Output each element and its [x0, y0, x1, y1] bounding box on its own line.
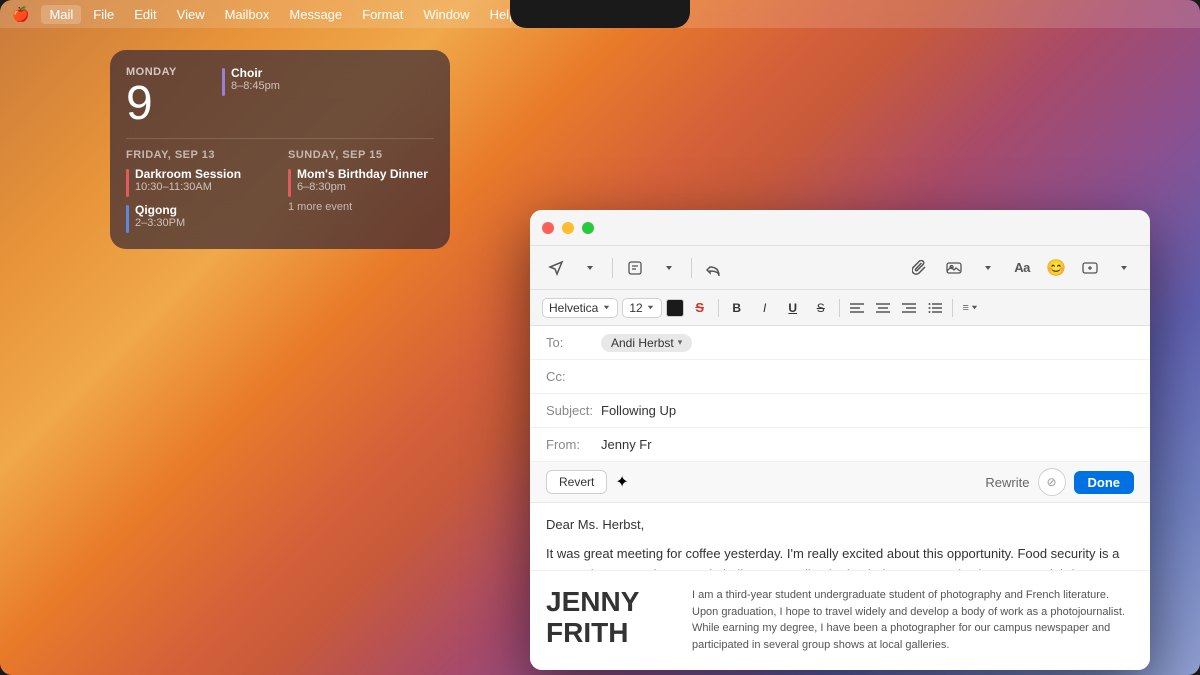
image-insert-button[interactable] — [1076, 254, 1104, 282]
menubar-file[interactable]: File — [85, 5, 122, 24]
strikethrough-indicator[interactable]: S — [688, 296, 712, 320]
email-paragraph-1: It was great meeting for coffee yesterda… — [546, 544, 1134, 570]
cv-bio: I am a third-year student undergraduate … — [692, 587, 1134, 654]
menubar-edit[interactable]: Edit — [126, 5, 164, 24]
cal-event-qigong: Qigong 2–3:30PM — [126, 203, 272, 233]
cal-event-time-darkroom: 10:30–11:30AM — [135, 181, 241, 193]
note-dropdown[interactable] — [655, 254, 683, 282]
cal-event-time-qigong: 2–3:30PM — [135, 217, 185, 229]
menubar-message[interactable]: Message — [281, 5, 350, 24]
fmt-sep-1 — [718, 299, 719, 317]
cv-section: JENNY FRITH I am a third-year student un… — [530, 570, 1150, 670]
email-body[interactable]: Dear Ms. Herbst, It was great meeting fo… — [530, 503, 1150, 570]
recipient-name: Andi Herbst — [611, 336, 674, 350]
emoji-button[interactable]: 😊 — [1042, 254, 1070, 282]
sparkle-icon[interactable]: ✦ — [615, 472, 628, 492]
cal-event-choir: Choir 8–8:45pm — [222, 66, 434, 96]
to-label: To: — [546, 335, 601, 350]
subject-field-row: Subject: Following Up — [530, 394, 1150, 428]
screen: 🍎 Mail File Edit View Mailbox Message Fo… — [0, 0, 1200, 675]
align-right-button[interactable] — [898, 297, 920, 319]
cal-section-sun: SUNDAY, SEP 15 — [288, 149, 434, 161]
from-label: From: — [546, 437, 601, 452]
cc-field-row: Cc: — [530, 360, 1150, 394]
recipient-chip[interactable]: Andi Herbst ▾ — [601, 334, 692, 352]
font-family-select[interactable]: Helvetica — [542, 298, 618, 318]
cal-event-bar-birthday — [288, 169, 291, 197]
bold-button[interactable]: B — [725, 296, 749, 320]
close-button[interactable] — [542, 222, 554, 234]
underline-button[interactable]: U — [781, 296, 805, 320]
cal-event-title-birthday: Mom's Birthday Dinner — [297, 167, 428, 181]
mail-compose-window: Aa 😊 Helvetica 12 — [530, 210, 1150, 670]
attach-button[interactable] — [906, 254, 934, 282]
cal-event-bar-qigong — [126, 205, 129, 233]
subject-value[interactable]: Following Up — [601, 403, 1134, 418]
fonts-button[interactable]: Aa — [1008, 254, 1036, 282]
cal-event-title-darkroom: Darkroom Session — [135, 167, 241, 181]
camera-notch — [510, 0, 690, 28]
align-center-button[interactable] — [872, 297, 894, 319]
cal-section-fri: FRIDAY, SEP 13 — [126, 149, 272, 161]
list-button[interactable] — [924, 297, 946, 319]
to-field-row: To: Andi Herbst ▾ — [530, 326, 1150, 360]
cc-label: Cc: — [546, 369, 601, 384]
window-titlebar — [530, 210, 1150, 246]
recipient-chevron-icon: ▾ — [678, 337, 683, 348]
mail-toolbar: Aa 😊 — [530, 246, 1150, 290]
calendar-widget: MONDAY 9 Choir 8–8:45pm FRIDAY, SEP 13 — [110, 50, 450, 249]
menubar-format[interactable]: Format — [354, 5, 411, 24]
italic-button[interactable]: I — [753, 296, 777, 320]
text-color-swatch[interactable] — [666, 299, 684, 317]
cal-event-title-choir: Choir — [231, 66, 280, 80]
rewrite-cancel-button[interactable]: ⊘ — [1038, 468, 1066, 496]
more-format-button[interactable]: ≡ — [959, 296, 983, 320]
font-size-select[interactable]: 12 — [622, 298, 661, 318]
note-button[interactable] — [621, 254, 649, 282]
revert-button[interactable]: Revert — [546, 470, 607, 494]
menubar-window[interactable]: Window — [415, 5, 477, 24]
toolbar-sep-2 — [691, 258, 692, 278]
cal-event-darkroom: Darkroom Session 10:30–11:30AM — [126, 167, 272, 197]
photo-button[interactable] — [940, 254, 968, 282]
rewrite-label: Rewrite — [985, 475, 1029, 490]
subject-label: Subject: — [546, 403, 601, 418]
send-dropdown[interactable] — [576, 254, 604, 282]
from-field-row: From: Jenny Fr — [530, 428, 1150, 462]
send-button[interactable] — [542, 254, 570, 282]
from-value[interactable]: Jenny Fr — [601, 437, 1134, 452]
cal-event-birthday: Mom's Birthday Dinner 6–8:30pm — [288, 167, 434, 197]
apple-menu[interactable]: 🍎 — [12, 6, 29, 23]
menubar-mail[interactable]: Mail — [41, 5, 81, 24]
email-fields: To: Andi Herbst ▾ Cc: Subject: Following… — [530, 326, 1150, 462]
cal-event-title-qigong: Qigong — [135, 203, 185, 217]
cal-event-time-birthday: 6–8:30pm — [297, 181, 428, 193]
email-greeting: Dear Ms. Herbst, — [546, 515, 1134, 536]
cal-event-bar-choir — [222, 68, 225, 96]
align-left-button[interactable] — [846, 297, 868, 319]
cal-more-events: 1 more event — [288, 201, 434, 213]
minimize-button[interactable] — [562, 222, 574, 234]
cv-name: JENNY FRITH — [546, 587, 676, 654]
done-button[interactable]: Done — [1074, 471, 1135, 494]
photo-dropdown[interactable] — [974, 254, 1002, 282]
rewrite-bar: Revert ✦ Rewrite ⊘ Done — [530, 462, 1150, 503]
fmt-sep-2 — [839, 299, 840, 317]
cal-event-bar-darkroom — [126, 169, 129, 197]
cal-divider — [126, 138, 434, 139]
toolbar-sep-1 — [612, 258, 613, 278]
menubar-mailbox[interactable]: Mailbox — [217, 5, 278, 24]
strikethrough-button[interactable]: S — [809, 296, 833, 320]
image-dropdown[interactable] — [1110, 254, 1138, 282]
cal-day-number: 9 — [126, 80, 206, 128]
format-bar: Helvetica 12 S B I U S — [530, 290, 1150, 326]
cal-event-time-choir: 8–8:45pm — [231, 80, 280, 92]
menubar-view[interactable]: View — [169, 5, 213, 24]
maximize-button[interactable] — [582, 222, 594, 234]
reply-button[interactable] — [700, 254, 728, 282]
fmt-sep-3 — [952, 299, 953, 317]
